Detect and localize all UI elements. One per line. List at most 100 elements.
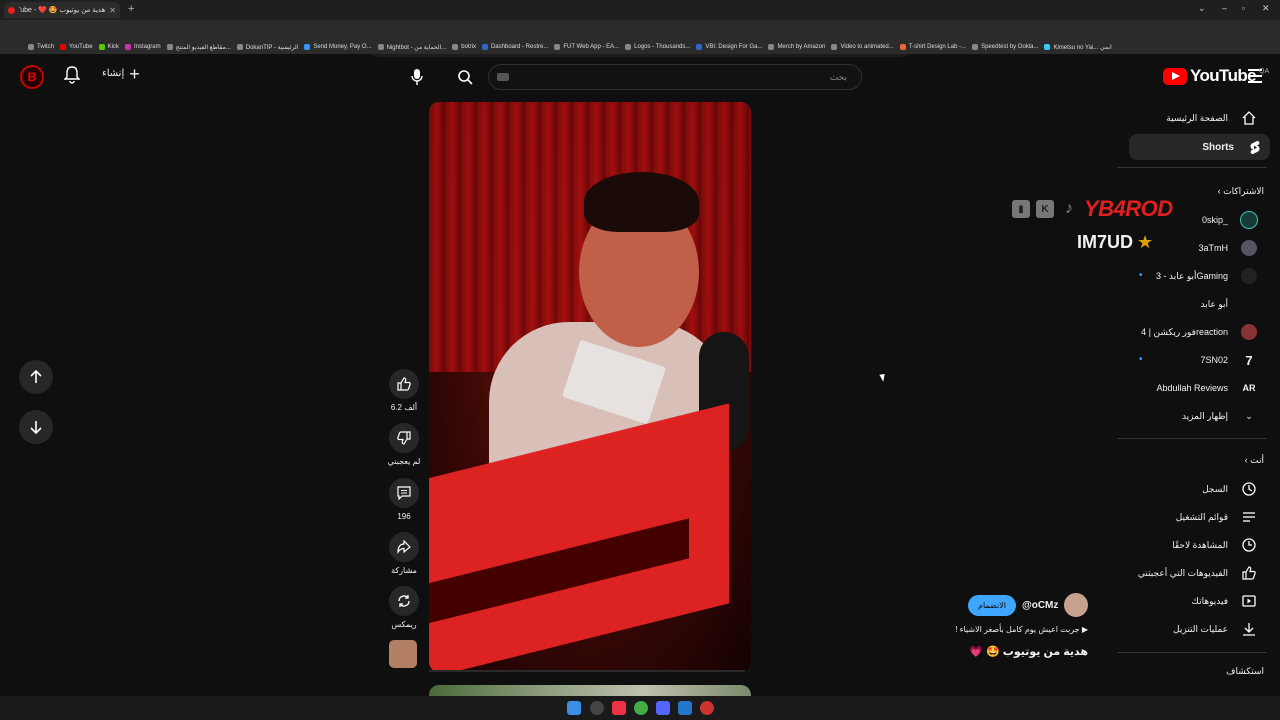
like-button[interactable]: 6.2 ألف: [388, 369, 420, 412]
discord-icon[interactable]: [656, 701, 670, 715]
bookmark-item[interactable]: VBI: Design For Ga...: [696, 44, 762, 50]
show-more-button[interactable]: إظهار المزيد ⌄: [1102, 403, 1264, 429]
bookmark-item[interactable]: Nightbot - الحماية من...: [377, 44, 446, 51]
streamer-overlay-second: IM7UD ★: [1077, 232, 1153, 253]
sound-thumbnail[interactable]: [389, 640, 417, 668]
bookmark-item[interactable]: Instagram: [124, 44, 161, 50]
new-content-dot: •: [1139, 354, 1143, 365]
sidebar-item-liked-videos[interactable]: الفيديوهات التي أعجبتني: [1102, 560, 1264, 586]
account-avatar[interactable]: B: [20, 65, 44, 89]
sidebar-item-shorts[interactable]: Shorts: [1129, 134, 1270, 160]
channel-handle[interactable]: @oCMz: [1022, 600, 1058, 611]
sidebar-divider: [1117, 167, 1267, 168]
bookmark-item[interactable]: YouTube: [60, 44, 93, 50]
next-short-button[interactable]: [19, 410, 53, 444]
sidebar-item-home[interactable]: الصفحة الرئيسية: [1102, 105, 1264, 131]
taskbar-search-icon[interactable]: [590, 701, 604, 715]
dislike-label: لم يعجبني: [387, 457, 421, 466]
search-button[interactable]: [452, 64, 478, 90]
sidebar-divider: [1117, 438, 1267, 439]
channel-avatar-icon: [1241, 324, 1257, 340]
bookmark-item[interactable]: Dashboard - Restre...: [481, 44, 548, 50]
browser-tab-strip: هدية من يوتيوب 🤩 ❤️ - YouTube ✕ + ⌄ – ▫ …: [0, 0, 1280, 20]
sidebar-item-playlists[interactable]: قوائم التشغيل: [1102, 504, 1264, 530]
sidebar-item-history[interactable]: السجل: [1102, 476, 1264, 502]
microphone-icon: [411, 69, 423, 85]
sidebar-subscription[interactable]: 7SN02 7: [1102, 347, 1264, 373]
chrome-icon[interactable]: [634, 701, 648, 715]
sidebar-item-watch-later[interactable]: المشاهدة لاحقًا: [1102, 532, 1264, 558]
windows-start-icon[interactable]: [567, 701, 581, 715]
bookmark-item[interactable]: Kimetsu no Yai... انمي: [1044, 44, 1112, 51]
keyboard-icon[interactable]: [497, 73, 509, 81]
window-close-button[interactable]: ✕: [1262, 3, 1270, 14]
remix-label: ريمكس: [391, 620, 417, 629]
search-placeholder: بحث: [829, 71, 847, 82]
bookmark-item[interactable]: Video to animated...: [831, 44, 894, 50]
search-input[interactable]: بحث: [488, 64, 862, 90]
bookmark-item[interactable]: Speedtest by Ookla...: [972, 44, 1038, 50]
bookmark-item[interactable]: Merch by Amazon: [768, 44, 825, 50]
comments-button[interactable]: 196: [388, 478, 420, 521]
channel-avatar-icon: [1241, 240, 1257, 256]
channel-avatar-icon: [1241, 268, 1257, 284]
browser-tab-title: هدية من يوتيوب 🤩 ❤️ - YouTube: [19, 7, 106, 14]
app-icon[interactable]: [678, 701, 692, 715]
window-maximize-button[interactable]: ▫: [1242, 3, 1245, 13]
bookmark-item[interactable]: FUT Web App - EA...: [554, 44, 619, 50]
thumbs-up-icon: [397, 377, 411, 391]
short-video-player[interactable]: [429, 102, 751, 672]
channel-avatar-icon: [1241, 296, 1257, 312]
close-tab-icon[interactable]: ✕: [109, 6, 116, 15]
bookmark-item[interactable]: Send Money, Pay O...: [304, 44, 372, 50]
region-code: QA: [1259, 67, 1270, 75]
bell-icon: [63, 66, 81, 84]
subscribe-button[interactable]: الانضمام: [968, 594, 1016, 616]
video-description[interactable]: ▶ جربت اعيش يوم كامل بأصغر الاشياء !: [948, 625, 1088, 634]
channel-info: الانضمام @oCMz: [968, 593, 1089, 617]
browser-tab[interactable]: هدية من يوتيوب 🤩 ❤️ - YouTube ✕: [4, 2, 120, 18]
channel-avatar-icon: 7: [1245, 352, 1253, 368]
youtube-play-icon: [1163, 67, 1187, 85]
notifications-button[interactable]: [63, 66, 81, 89]
youtube-logo[interactable]: YouTube QA: [1163, 66, 1269, 86]
sidebar-subscription[interactable]: Abdullah Reviews AR: [1102, 375, 1264, 401]
app-icon[interactable]: [700, 701, 714, 715]
bookmark-item[interactable]: Kick: [98, 44, 119, 50]
video-title[interactable]: هدية من يوتيوب 🤩 💗: [948, 645, 1088, 658]
play-icon: ▶: [1079, 625, 1088, 634]
channel-avatar-icon: AR: [1242, 383, 1256, 393]
sidebar-item-downloads[interactable]: عمليات التنزيل: [1102, 616, 1264, 642]
sidebar-subscription[interactable]: أبو عابد - 3Gaming: [1102, 263, 1264, 289]
minimize-icon[interactable]: ⌄: [1198, 3, 1206, 14]
brave-browser-icon[interactable]: [612, 701, 626, 715]
remix-icon: [398, 595, 410, 607]
create-button[interactable]: إنشاء +: [102, 65, 140, 83]
sidebar-subscription[interactable]: أبو عابد: [1102, 291, 1264, 317]
previous-short-button[interactable]: [19, 360, 53, 394]
window-minimize-button[interactable]: –: [1222, 3, 1227, 13]
bookmark-item[interactable]: Logos - Thousands...: [625, 44, 690, 50]
download-icon: [1243, 623, 1255, 636]
channel-avatar[interactable]: [1064, 593, 1089, 617]
you-header[interactable]: ‹ أنت: [1100, 455, 1264, 466]
bookmark-item[interactable]: T-shirt Design Lab -...: [899, 44, 966, 50]
share-button[interactable]: مشاركة: [388, 532, 420, 575]
youtube-favicon-icon: [8, 6, 15, 14]
bookmark-item[interactable]: DokanTIP - الرئيسية: [236, 44, 298, 51]
voice-search-button[interactable]: [404, 64, 430, 90]
new-tab-button[interactable]: +: [128, 3, 134, 15]
bookmark-item[interactable]: botrix: [452, 44, 476, 50]
dislike-button[interactable]: لم يعجبني: [388, 423, 420, 466]
remix-button[interactable]: ريمكس: [388, 586, 420, 629]
streamer-overlay: ▮ K ♪ YB4ROD: [1012, 196, 1173, 222]
arrow-down-icon: [30, 421, 42, 434]
bookmark-item[interactable]: مقاطع الفيديو المنتج...: [166, 44, 231, 51]
star-icon: ★: [1137, 232, 1154, 252]
explore-header: استكشاف: [1226, 666, 1264, 676]
sidebar-item-your-videos[interactable]: فيديوهاتك: [1102, 588, 1264, 614]
sidebar-subscription[interactable]: فور ريكشن | 4reaction: [1102, 319, 1264, 345]
video-progress-bar[interactable]: [429, 670, 745, 672]
bookmark-item[interactable]: Twitch: [28, 44, 54, 50]
logo-text: YouTube: [1190, 66, 1257, 85]
